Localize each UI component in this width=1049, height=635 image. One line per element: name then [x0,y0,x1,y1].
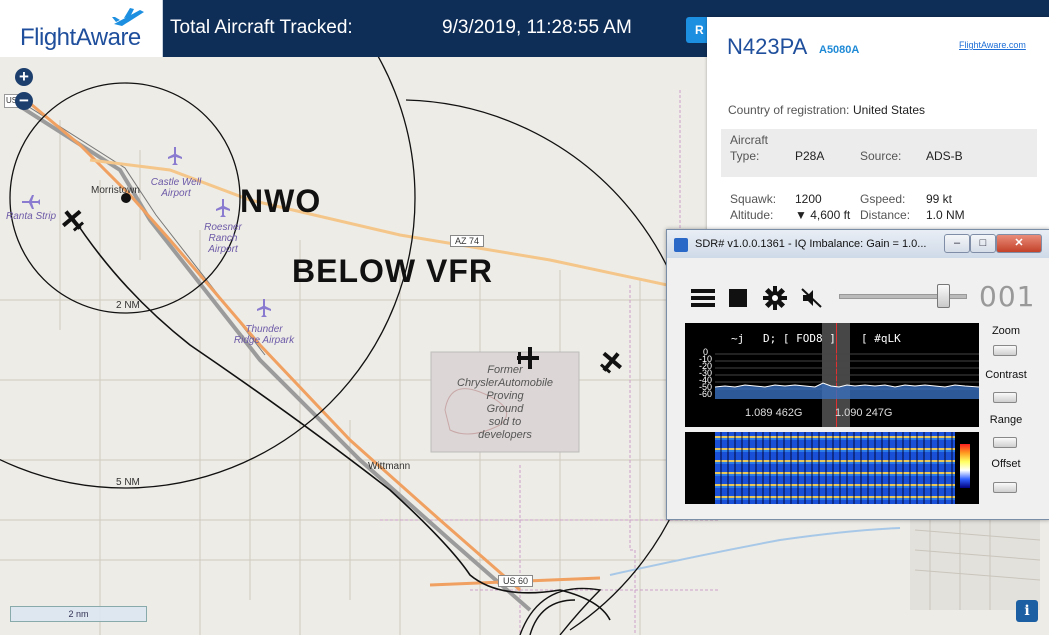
overlay-label-below-vfr: BELOW VFR [292,253,493,289]
offset-slider[interactable] [993,482,1017,493]
airport-label-castle-well: Castle Well Airport [150,177,202,199]
sdr-app-icon [674,238,688,252]
flightaware-link[interactable]: FlightAware.com [959,40,1026,50]
squawk-value: 1200 [795,192,822,206]
waterfall-display[interactable] [685,432,979,504]
contrast-label: Contrast [985,369,1027,381]
zoom-slider[interactable] [993,345,1017,356]
road-shield-us60: US 60 [498,575,534,587]
waterfall-image [715,432,955,504]
spectrum-display[interactable]: ~j D; [ FOD8 ] [ #qLK 0 -10 -20 -30 -40 … [685,323,979,427]
airport-icon [168,147,182,165]
zoom-label: Zoom [991,325,1021,337]
airport-label-thunder-ridge: Thunder Ridge Airpark [233,324,295,346]
maximize-button[interactable]: □ [970,234,996,253]
tracked-label: Total Aircraft Tracked: [170,17,353,38]
aircraft-hex-code: A5080A [819,44,860,56]
plane-logo-icon [112,8,144,26]
road-shield-az74: AZ 74 [450,235,485,247]
range-slider[interactable] [993,437,1017,448]
waterfall-colorbar [960,444,970,488]
header-datetime: 9/3/2019, 11:28:55 AM [442,17,632,38]
aircraft-label: Aircraft [730,133,769,147]
sdr-window-title: SDR# v1.0.0.1361 - IQ Imbalance: Gain = … [695,238,927,250]
squawk-label: Squawk: [730,192,777,206]
distance-label: Distance: [860,208,911,222]
spectrum-text-1: ~j [731,332,745,345]
airport-icon [216,199,230,217]
flightaware-logo[interactable]: FlightAware [0,0,163,57]
contrast-slider[interactable] [993,392,1017,403]
town-label-wittmann: Wittmann [368,461,411,472]
source-label: Source: [860,149,902,163]
altitude-value: ▼ 4,600 ft [795,208,851,222]
country-value: United States [853,103,926,117]
range-label: Range [989,414,1023,426]
minimize-button[interactable]: – [944,234,970,253]
town-label-morristown: Morristown [91,185,140,196]
aircraft-info-panel: N423PA A5080A FlightAware.com Country of… [707,17,1049,252]
sdr-title-bar[interactable]: SDR# v1.0.0.1361 - IQ Imbalance: Gain = … [667,230,1049,258]
overlay-label-nwo: NWO [240,183,322,219]
spectrum-text-3: [ #qLK [861,332,901,345]
zoom-in-button[interactable]: + [15,68,33,86]
source-value: ADS-B [926,149,963,163]
stop-icon[interactable] [729,289,747,307]
airport-label-roesner: Roesner Ranch Airport [204,222,242,255]
menu-icon[interactable] [691,288,715,308]
offset-label: Offset [991,458,1021,470]
landmark-former-proving-ground: Former ChryslerAutomobile Proving Ground… [457,364,553,441]
freq-label-left: 1.089 462G [745,407,803,419]
ring-label-5nm: 5 NM [116,477,140,488]
aircraft-icon[interactable] [598,349,624,375]
aircraft-icon[interactable] [60,207,86,233]
type-value: P28A [795,149,825,163]
mute-icon[interactable] [801,288,823,308]
gear-icon[interactable] [763,286,787,310]
country-label: Country of registration: [728,103,850,117]
airport-label-ranta: Ranta Strip [6,211,57,222]
aircraft-registration: N423PA [727,34,808,59]
type-label: Type: [730,149,760,163]
info-button[interactable]: i [1016,600,1038,622]
close-button[interactable]: ✕ [996,234,1042,253]
frequency-display[interactable]: 001 [979,280,1035,313]
distance-value: 1.0 NM [926,208,965,222]
map-scale-bar: 2 nm [10,606,147,622]
altitude-label: Altitude: [730,208,774,222]
airport-icon [22,195,40,209]
freq-label-right: 1.090 247G [835,407,893,419]
gspeed-label: Gspeed: [860,192,906,206]
volume-slider-thumb[interactable] [937,284,950,308]
ring-label-2nm: 2 NM [116,300,140,311]
spectrum-text-2: D; [ FOD8 ] [763,332,836,345]
gspeed-value: 99 kt [926,192,953,206]
airport-icon [257,299,271,317]
zoom-out-button[interactable]: − [15,92,33,110]
spectrum-trace [715,353,979,399]
sdr-window[interactable]: SDR# v1.0.0.1361 - IQ Imbalance: Gain = … [666,229,1049,520]
